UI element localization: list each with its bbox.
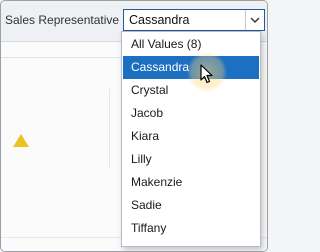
divider — [1, 57, 131, 58]
option-lilly[interactable]: Lilly — [123, 148, 259, 171]
warning-triangle-icon — [13, 134, 29, 147]
filter-panel: Sales Representative Cassandra All Value… — [0, 0, 268, 252]
option-kiara[interactable]: Kiara — [123, 125, 259, 148]
option-tiffany[interactable]: Tiffany — [123, 217, 259, 240]
option-jacob[interactable]: Jacob — [123, 102, 259, 125]
dropdown-toggle[interactable] — [245, 10, 264, 30]
hand-pointer-cursor-icon — [200, 64, 213, 84]
option-makenzie[interactable]: Makenzie — [123, 171, 259, 194]
chevron-down-icon — [250, 17, 260, 23]
option-all-values[interactable]: All Values (8) — [123, 33, 259, 56]
selected-value: Cassandra — [129, 13, 190, 27]
filter-label: Sales Representative — [5, 13, 120, 27]
option-sadie[interactable]: Sadie — [123, 194, 259, 217]
sales-representative-dropdown[interactable]: Cassandra — [123, 9, 265, 31]
